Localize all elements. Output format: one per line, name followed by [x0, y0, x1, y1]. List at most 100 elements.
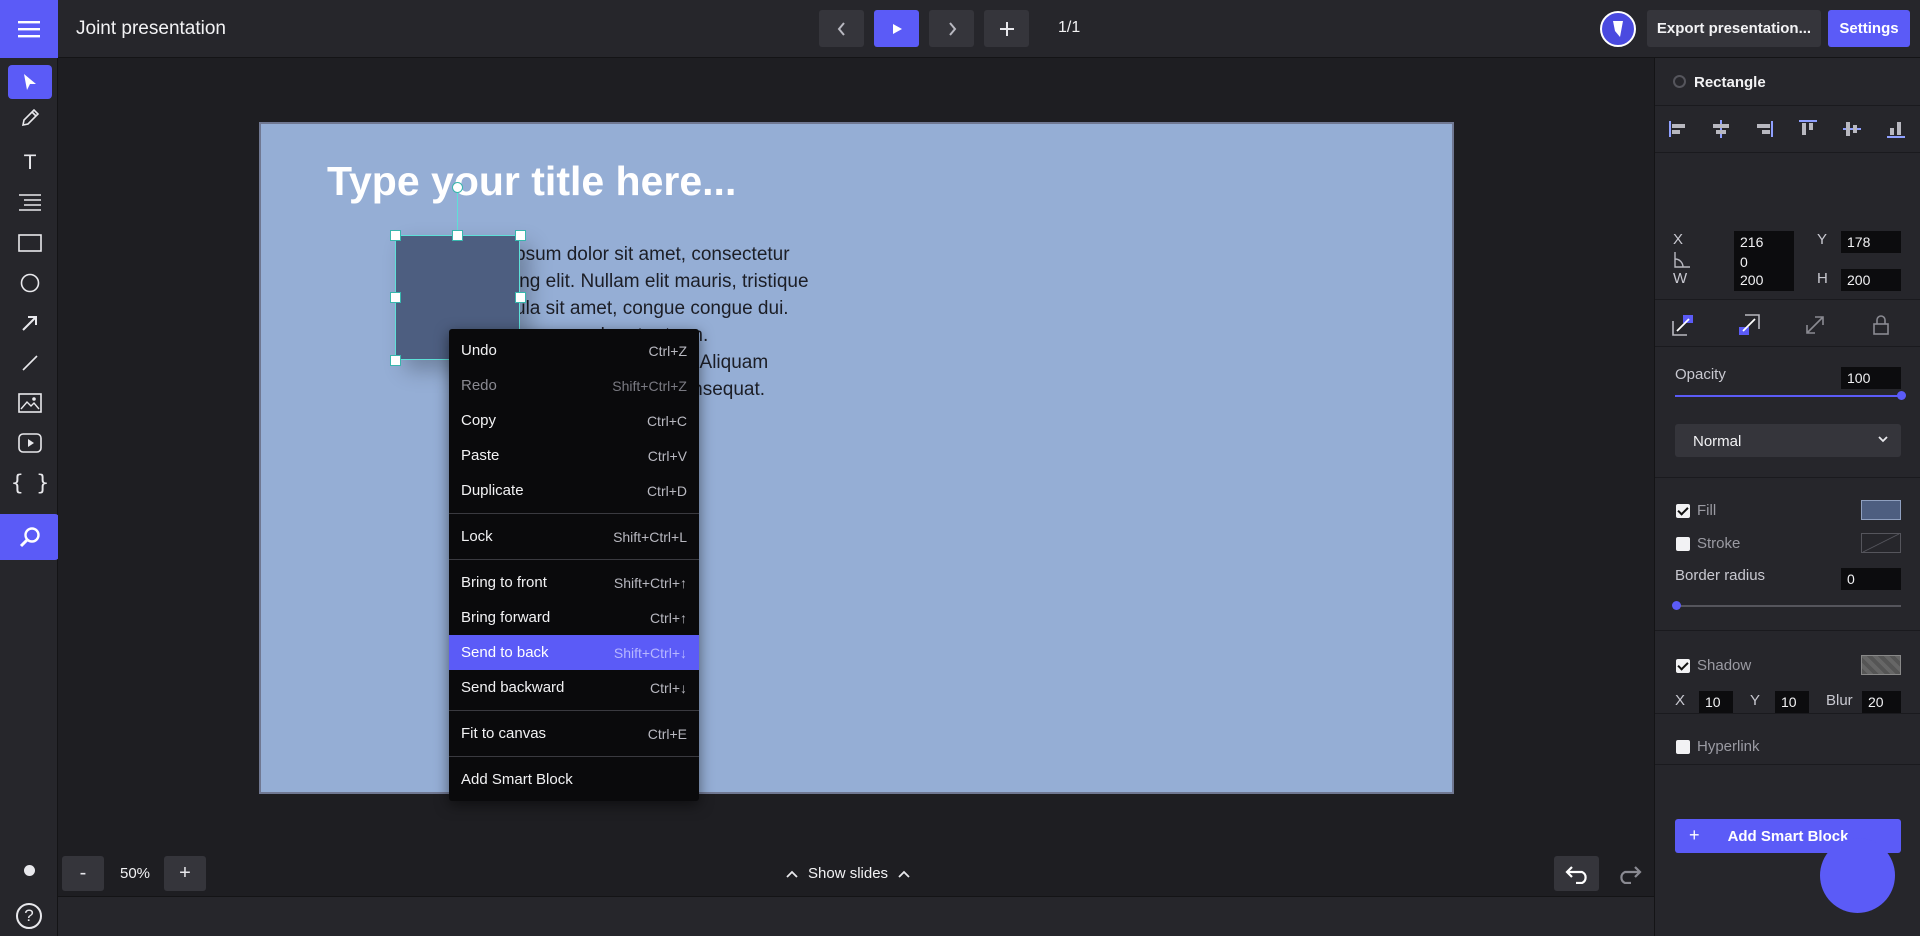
- menu-divider: [449, 710, 699, 711]
- settings-button[interactable]: Settings: [1828, 10, 1910, 47]
- menu-item-shortcut: Ctrl+Z: [648, 342, 688, 359]
- menu-item-bring-to-front[interactable]: Bring to front Shift+Ctrl+↑: [449, 565, 699, 600]
- bring-to-front-icon[interactable]: [1671, 313, 1695, 337]
- menu-item-redo[interactable]: Redo Shift+Ctrl+Z: [449, 368, 699, 403]
- stroke-label: Stroke: [1697, 535, 1741, 552]
- resize-handle-nw[interactable]: [390, 230, 401, 241]
- line-icon: [22, 355, 38, 371]
- menu-item-add-smart-block[interactable]: Add Smart Block: [449, 762, 699, 797]
- image-tool[interactable]: [8, 386, 52, 420]
- draw-tool[interactable]: [8, 101, 52, 135]
- height-input[interactable]: [1841, 269, 1901, 291]
- image-icon: [18, 393, 42, 413]
- help-button[interactable]: ?: [16, 903, 42, 929]
- resize-handle-sw[interactable]: [390, 355, 401, 366]
- shadow-y-input[interactable]: [1775, 691, 1809, 713]
- resize-handle-ne[interactable]: [515, 230, 526, 241]
- rotation-input[interactable]: [1734, 251, 1794, 273]
- menu-item-bring-forward[interactable]: Bring forward Ctrl+↑: [449, 600, 699, 635]
- border-radius-slider-track[interactable]: [1675, 605, 1901, 607]
- align-left-icon[interactable]: [1667, 118, 1689, 140]
- menu-item-undo[interactable]: Undo Ctrl+Z: [449, 333, 699, 368]
- menu-item-duplicate[interactable]: Duplicate Ctrl+D: [449, 473, 699, 508]
- plus-icon: +: [1689, 825, 1700, 845]
- floating-action-button[interactable]: [1820, 838, 1895, 913]
- stroke-color-swatch[interactable]: [1861, 533, 1901, 553]
- align-top-icon[interactable]: [1797, 118, 1819, 140]
- shadow-color-swatch[interactable]: [1861, 655, 1901, 675]
- video-icon: [18, 433, 42, 453]
- align-center-vertical-icon[interactable]: [1841, 118, 1863, 140]
- align-center-horizontal-icon[interactable]: [1710, 118, 1732, 140]
- menu-item-lock[interactable]: Lock Shift+Ctrl+L: [449, 519, 699, 554]
- expand-icon[interactable]: [1803, 313, 1827, 337]
- show-slides-toggle[interactable]: Show slides: [786, 865, 910, 882]
- tool-sidebar: T { } ?: [0, 58, 59, 936]
- select-tool[interactable]: [8, 65, 52, 99]
- fill-checkbox[interactable]: [1676, 504, 1690, 518]
- menu-item-shortcut: Shift+Ctrl+L: [613, 528, 687, 545]
- resize-handle-w[interactable]: [390, 292, 401, 303]
- opacity-slider-track[interactable]: [1675, 395, 1901, 397]
- shadow-blur-input[interactable]: [1862, 691, 1901, 713]
- video-tool[interactable]: [8, 426, 52, 460]
- next-slide-button[interactable]: [929, 10, 974, 47]
- send-to-back-icon[interactable]: [1737, 313, 1761, 337]
- ellipse-tool[interactable]: [8, 266, 52, 300]
- zoom-out-button[interactable]: -: [62, 856, 104, 891]
- blend-mode-select[interactable]: Normal: [1675, 424, 1901, 457]
- presentation-title[interactable]: Joint presentation: [76, 18, 226, 40]
- menu-item-label: Bring forward: [461, 609, 551, 626]
- menu-item-copy[interactable]: Copy Ctrl+C: [449, 403, 699, 438]
- menu-item-fit-to-canvas[interactable]: Fit to canvas Ctrl+E: [449, 716, 699, 751]
- border-radius-input[interactable]: [1841, 568, 1901, 590]
- border-radius-label: Border radius: [1675, 567, 1766, 584]
- line-tool[interactable]: [8, 346, 52, 380]
- resize-handle-e[interactable]: [515, 292, 526, 303]
- rectangle-tool[interactable]: [8, 226, 52, 260]
- add-slide-button[interactable]: [984, 10, 1029, 47]
- align-bottom-icon[interactable]: [1885, 118, 1907, 140]
- y-input[interactable]: [1841, 231, 1901, 253]
- paragraph-tool[interactable]: [8, 186, 52, 220]
- arrow-tool[interactable]: [8, 306, 52, 340]
- x-input[interactable]: [1734, 231, 1794, 253]
- menu-item-send-to-back[interactable]: Send to back Shift+Ctrl+↓: [449, 635, 699, 670]
- slide[interactable]: Type your title here... psum dolor sit a…: [259, 122, 1454, 794]
- shadow-checkbox[interactable]: [1676, 659, 1690, 673]
- menu-button[interactable]: [0, 0, 58, 58]
- rotation-handle[interactable]: [452, 182, 463, 193]
- redo-button[interactable]: [1607, 856, 1652, 891]
- hyperlink-checkbox[interactable]: [1676, 740, 1690, 754]
- account-button[interactable]: [1600, 11, 1636, 47]
- search-icon: [19, 527, 40, 548]
- chevron-up-icon: [786, 870, 798, 878]
- x-label: X: [1673, 231, 1684, 248]
- slide-title-placeholder[interactable]: Type your title here...: [327, 158, 736, 205]
- shadow-x-input[interactable]: [1699, 691, 1733, 713]
- border-radius-slider-knob[interactable]: [1672, 601, 1681, 610]
- menu-item-send-backward[interactable]: Send backward Ctrl+↓: [449, 670, 699, 705]
- hyperlink-label: Hyperlink: [1697, 738, 1760, 755]
- pointer-icon: [24, 74, 36, 90]
- align-right-icon[interactable]: [1753, 118, 1775, 140]
- fill-color-swatch[interactable]: [1861, 500, 1901, 520]
- export-presentation-button[interactable]: Export presentation...: [1647, 10, 1821, 47]
- menu-item-paste[interactable]: Paste Ctrl+V: [449, 438, 699, 473]
- code-tool[interactable]: { }: [8, 466, 52, 500]
- text-tool[interactable]: T: [8, 146, 52, 180]
- search-tool[interactable]: [0, 514, 59, 560]
- opacity-input[interactable]: [1841, 367, 1901, 389]
- stroke-checkbox[interactable]: [1676, 537, 1690, 551]
- fill-label: Fill: [1697, 502, 1717, 519]
- opacity-slider-knob[interactable]: [1897, 391, 1906, 400]
- geometry-section: X Y W H: [1655, 154, 1920, 300]
- play-button[interactable]: [874, 10, 919, 47]
- menu-item-shortcut: Ctrl+C: [646, 412, 687, 429]
- previous-slide-button[interactable]: [819, 10, 864, 47]
- zoom-in-button[interactable]: +: [164, 856, 206, 891]
- resize-handle-n[interactable]: [452, 230, 463, 241]
- pencil-icon: [21, 108, 40, 127]
- lock-icon[interactable]: [1869, 313, 1893, 337]
- undo-button[interactable]: [1554, 856, 1599, 891]
